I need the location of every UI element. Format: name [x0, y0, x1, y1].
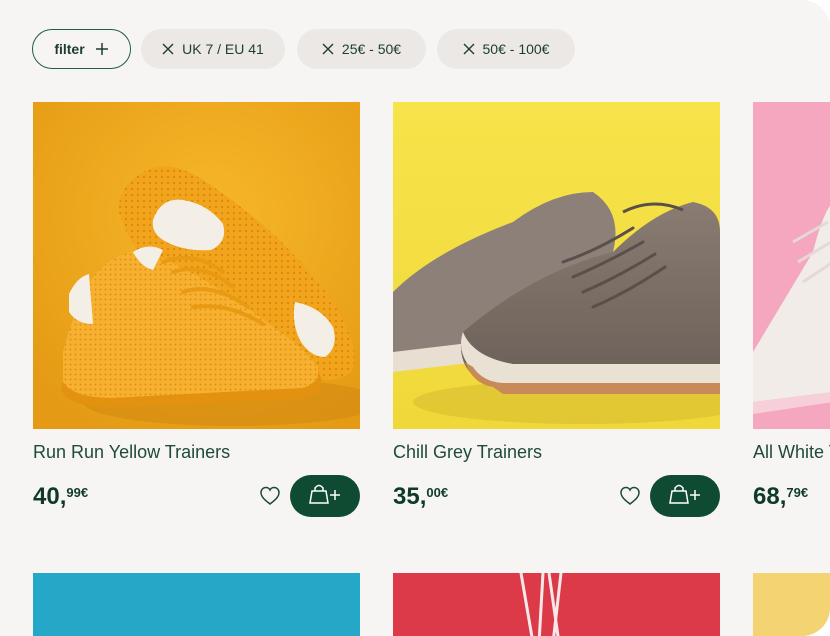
active-filter-chip-price-50-100[interactable]: 50€ - 100€	[437, 29, 575, 69]
active-filter-label: 25€ - 50€	[341, 41, 402, 57]
active-filter-label: UK 7 / EU 41	[182, 41, 264, 57]
price-integer: 35,	[393, 483, 427, 510]
product-price: 68, 79€	[753, 484, 808, 510]
price-integer: 68,	[753, 483, 787, 510]
close-icon[interactable]	[322, 43, 334, 55]
product-image[interactable]	[393, 573, 720, 636]
heart-icon[interactable]	[619, 486, 641, 506]
add-to-cart-button[interactable]	[650, 475, 720, 517]
product-image-yellow-trainers[interactable]	[33, 102, 360, 429]
add-to-cart-button[interactable]	[290, 475, 360, 517]
product-listing-page: filter UK 7 / EU 41 25€ - 50€ 50€ - 100€	[0, 0, 830, 636]
plus-icon	[95, 42, 109, 56]
active-filter-label: 50€ - 100€	[482, 41, 550, 57]
product-image-grey-trainers[interactable]	[393, 102, 720, 429]
product-price: 40, 99€	[33, 484, 88, 510]
price-decimal: 79€	[786, 485, 809, 500]
heart-icon[interactable]	[259, 486, 281, 506]
product-image[interactable]	[753, 573, 830, 636]
product-image-white-trainers[interactable]	[753, 102, 830, 429]
product-image[interactable]	[33, 573, 360, 636]
shopping-bag-plus-icon	[669, 483, 701, 510]
close-icon[interactable]	[162, 43, 174, 55]
active-filter-chip-price-25-50[interactable]: 25€ - 50€	[297, 29, 426, 69]
shopping-bag-plus-icon	[309, 483, 341, 510]
active-filter-chip-size[interactable]: UK 7 / EU 41	[141, 29, 285, 69]
product-name[interactable]: All White Trainers	[753, 442, 830, 463]
filter-button-label: filter	[54, 41, 85, 57]
product-name[interactable]: Run Run Yellow Trainers	[33, 442, 230, 463]
filter-button[interactable]: filter	[32, 29, 131, 69]
product-name[interactable]: Chill Grey Trainers	[393, 442, 542, 463]
price-decimal: 99€	[66, 485, 89, 500]
price-decimal: 00€	[426, 485, 449, 500]
product-price: 35, 00€	[393, 484, 448, 510]
price-integer: 40,	[33, 483, 67, 510]
close-icon[interactable]	[463, 43, 475, 55]
